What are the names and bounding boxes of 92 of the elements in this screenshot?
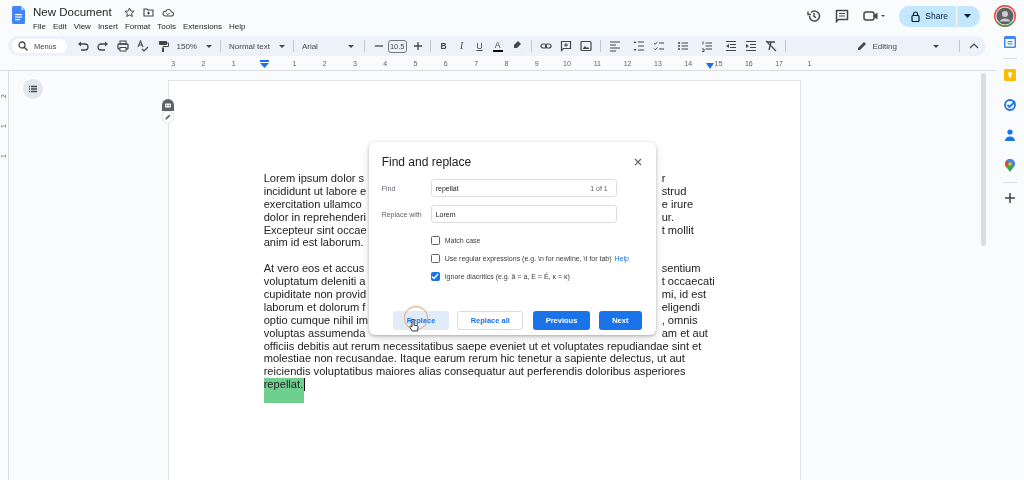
editing-mode-dropdown[interactable]: Editing — [856, 41, 951, 51]
add-comment-icon[interactable] — [559, 40, 572, 52]
avatar-icon[interactable] — [994, 5, 1016, 27]
map-pin-icon[interactable] — [1005, 159, 1015, 172]
menu-item[interactable]: File — [33, 21, 51, 32]
body-text-line: ur. — [661, 210, 674, 224]
docs-icon[interactable] — [12, 6, 25, 24]
document-outline-icon[interactable] — [22, 79, 43, 99]
increase-indent-icon[interactable] — [744, 40, 757, 52]
body-text-line: At vero eos et accus — [263, 262, 365, 276]
search-icon — [18, 41, 28, 51]
checkbox[interactable] — [430, 235, 440, 245]
star-icon[interactable] — [123, 6, 135, 18]
zoom-dropdown[interactable]: 150% — [176, 41, 212, 51]
cloud-icon[interactable] — [161, 7, 174, 17]
clear-formatting-icon[interactable] — [764, 40, 777, 52]
menu-item[interactable]: Edit — [52, 21, 72, 32]
body-text-line: exercitation ullamco — [263, 197, 362, 211]
checkbox[interactable] — [430, 253, 440, 263]
menu-item[interactable]: Help — [229, 21, 251, 32]
image-icon[interactable] — [579, 40, 592, 52]
decrease-indent-icon[interactable] — [724, 40, 737, 52]
body-text-line: eligendi — [661, 300, 700, 314]
plus-icon[interactable] — [1005, 193, 1015, 203]
menu-item[interactable]: Format — [124, 21, 156, 32]
history-icon[interactable] — [807, 9, 822, 23]
caret-icon — [278, 44, 285, 48]
body-text-line: anim id est laborum. — [263, 236, 364, 250]
paint-format-icon[interactable] — [156, 40, 169, 52]
checkmark-icon — [431, 272, 440, 280]
body-text-line: voluptas assumenda — [263, 326, 366, 340]
caret-icon — [206, 44, 212, 48]
line-spacing-icon[interactable] — [632, 40, 645, 52]
indent-marker-icon[interactable] — [259, 59, 269, 68]
body-text-line: laborum et dolorum f — [263, 300, 366, 314]
checkbox[interactable] — [430, 271, 440, 281]
body-text-line: strud — [661, 184, 687, 198]
undo-icon[interactable] — [76, 40, 89, 52]
italic-button[interactable]: I — [456, 41, 467, 51]
body-text-line: optio cumque nihil im — [263, 313, 368, 327]
text-color-button[interactable]: A — [492, 40, 503, 52]
folder-icon[interactable] — [142, 7, 154, 17]
comment-icon[interactable] — [835, 9, 850, 23]
menu-item[interactable]: View — [73, 21, 96, 32]
link-icon[interactable] — [539, 40, 552, 52]
body-text-line: am et aut — [661, 326, 708, 340]
highlighter-icon[interactable] — [510, 40, 523, 52]
redo-icon[interactable] — [96, 40, 109, 52]
spellcheck-icon[interactable] — [136, 40, 149, 52]
print-icon[interactable] — [116, 40, 129, 52]
text-style-dropdown[interactable]: Normal text — [229, 41, 285, 51]
menu-item[interactable]: Insert — [97, 21, 123, 32]
lock-icon — [911, 10, 921, 22]
body-text-line: , omnis — [661, 313, 698, 327]
body-text-line: molestiae non recusandae. Itaque earum rerum hic tenetur a sapiente delectus, ut aut — [263, 352, 685, 366]
caret-icon — [933, 44, 939, 48]
body-text-line: r — [661, 172, 666, 185]
dialog-title: Find and replace — [381, 154, 472, 169]
body-text-line: dolor in reprehenderi — [263, 210, 367, 224]
scrollbar-thumb[interactable] — [980, 73, 986, 246]
body-text-line: e irure — [661, 197, 694, 211]
body-text-line: Lorem ipsum dolor s — [263, 172, 365, 185]
caret-icon — [347, 44, 354, 48]
collapse-icon[interactable] — [968, 41, 980, 51]
body-text-line: t mollit — [661, 223, 694, 237]
body-text-line: Excepteur sint occae — [263, 223, 367, 237]
body-text-line: incididunt ut labore e — [263, 184, 367, 198]
body-text-line: voluptatum deleniti a — [263, 275, 366, 289]
text-cursor — [304, 378, 306, 392]
body-text-line: mi, id est — [661, 288, 707, 301]
right-indent-marker-icon[interactable] — [706, 63, 714, 69]
font-dropdown[interactable]: Arial — [301, 41, 354, 51]
person-icon[interactable] — [1005, 129, 1015, 141]
video-camera-icon[interactable] — [863, 10, 886, 22]
tasks-icon[interactable] — [1004, 99, 1016, 111]
body-text-line: reiciendis voluptatibus maiores alias consequatur aut perferendis doloribus asperiores — [263, 365, 686, 379]
calendar-icon[interactable] — [1004, 36, 1016, 48]
close-icon[interactable] — [633, 157, 642, 166]
highlighted-match: repellat. — [263, 378, 305, 404]
body-text-line: sentium — [661, 262, 701, 276]
menu-item[interactable]: Tools — [157, 21, 181, 32]
plus-icon[interactable] — [411, 40, 422, 52]
pencil-icon — [856, 41, 867, 51]
share-button[interactable]: Share — [899, 5, 957, 27]
underline-button[interactable]: U — [474, 41, 485, 51]
body-text-line: t occaecati — [661, 275, 715, 289]
body-text-line: officiis debitis aut rerum necessitatibus saepe eveniet ut et voluptates repudiandae sint et — [263, 339, 702, 353]
body-text-line: cupiditate non provid — [263, 288, 367, 301]
caret-icon — [964, 14, 971, 18]
document-title[interactable]: New Document — [33, 6, 112, 18]
menu-item[interactable]: Extensions — [182, 21, 228, 32]
bold-button[interactable]: B — [438, 41, 449, 51]
